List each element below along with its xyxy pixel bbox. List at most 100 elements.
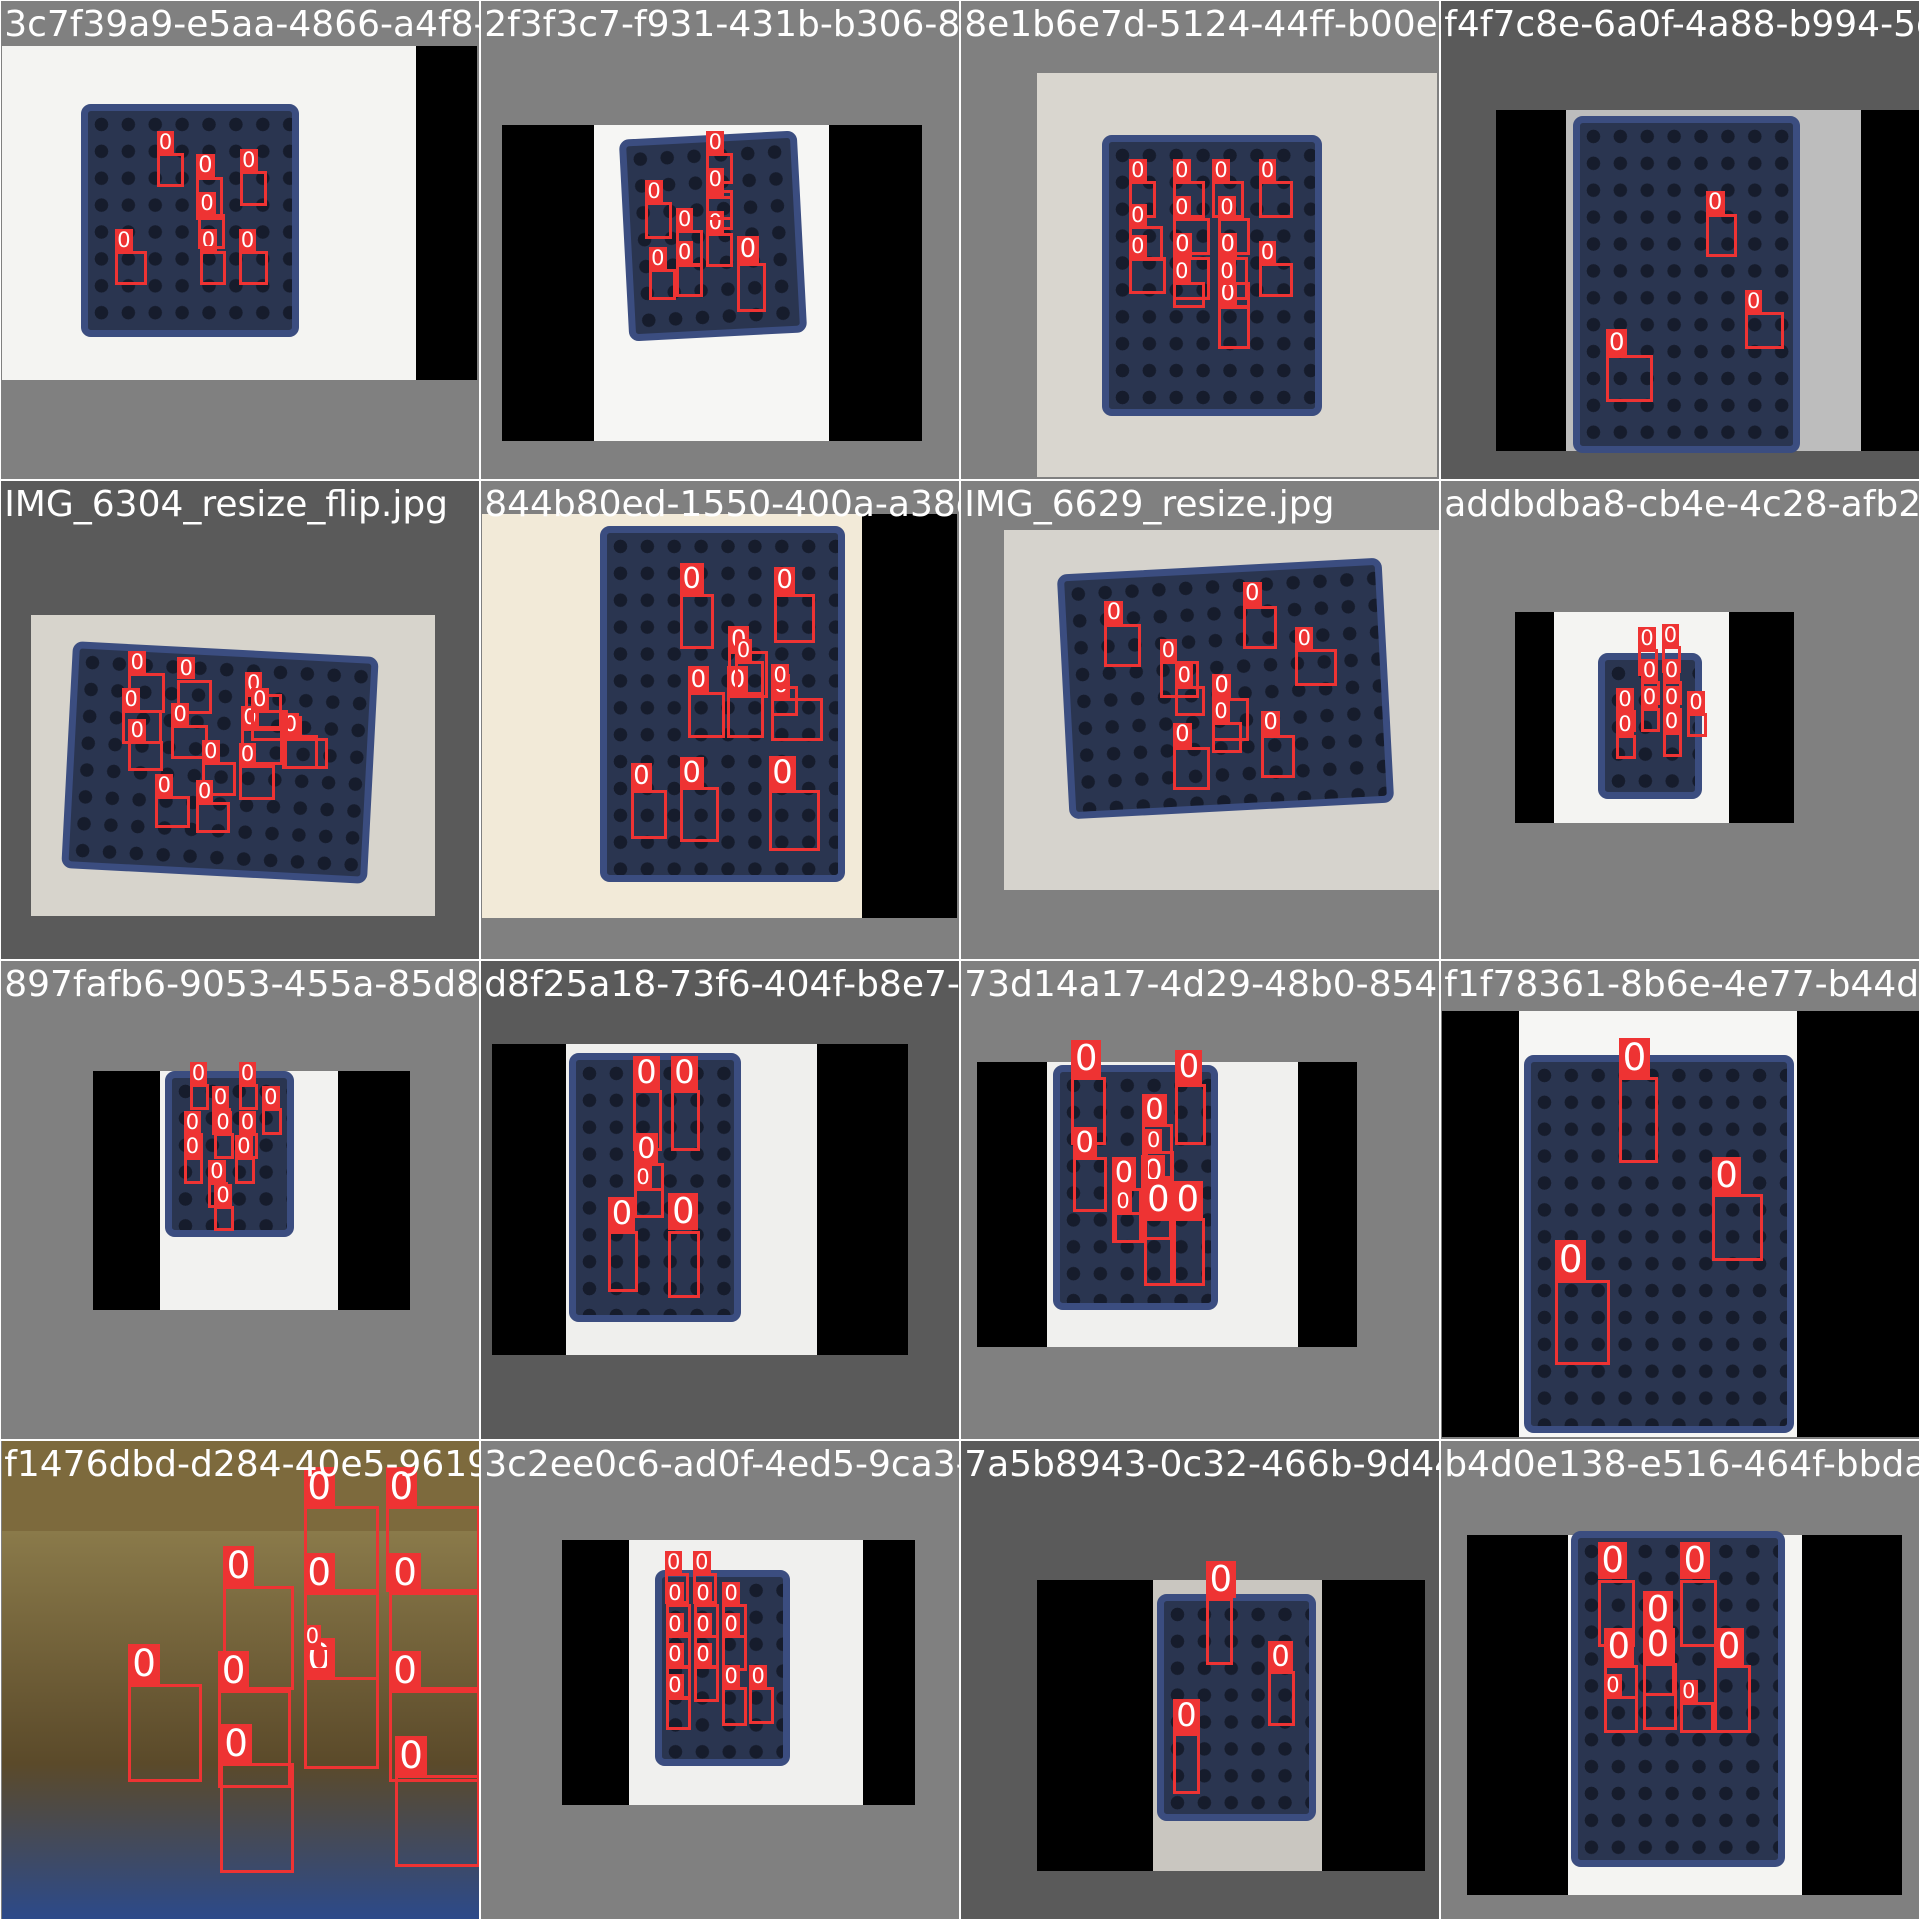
letterbox-bar <box>92 1071 161 1311</box>
detection-box <box>1295 648 1338 686</box>
class-label: 0 <box>1242 582 1262 607</box>
detection-box <box>1616 734 1636 760</box>
detection-box <box>645 201 673 239</box>
bottle-crate <box>80 104 299 337</box>
letterbox-bar <box>1037 1579 1154 1871</box>
class-label: 0 <box>214 1110 232 1133</box>
detection-box <box>1144 1150 1175 1182</box>
class-label: 0 <box>1128 204 1147 227</box>
detection-box <box>706 232 734 267</box>
letterbox-bar <box>1861 110 1919 451</box>
class-label: 0 <box>1258 159 1277 182</box>
class-label: 0 <box>238 1061 257 1084</box>
letterbox-bar <box>1297 1061 1357 1347</box>
image-tile: 00000000000897fafb6-9053-455a-85d8-f4a8f… <box>1 961 479 1439</box>
class-label: 0 <box>692 1551 711 1574</box>
detection-box <box>666 1695 691 1731</box>
class-label: 0 <box>1072 1126 1097 1157</box>
image-filename: 3c7f39a9-e5aa-4866-a4f8-6c2b3af031ba.jpg <box>4 4 479 46</box>
class-label: 0 <box>666 1581 684 1604</box>
detection-box <box>1128 257 1166 294</box>
class-label: 0 <box>183 1135 202 1158</box>
class-label: 0 <box>773 566 796 594</box>
detection-box <box>1218 306 1251 349</box>
detection-box <box>1618 1077 1658 1164</box>
letterbox-bar <box>501 124 594 441</box>
image-tile: 000000000073d14a17-4d29-48b0-8540-1f3b76… <box>961 961 1439 1439</box>
detection-box <box>630 789 668 839</box>
class-label: 0 <box>630 762 653 790</box>
image-filename: 73d14a17-4d29-48b0-8540-1f3b7660f78b.jpg <box>964 964 1439 1006</box>
detection-box <box>668 1230 701 1298</box>
detection-box <box>238 250 269 286</box>
class-label: 0 <box>768 755 796 790</box>
detection-box <box>749 1687 774 1724</box>
class-label: 0 <box>1144 1128 1163 1151</box>
detection-box <box>1212 722 1242 753</box>
detection-box <box>648 269 676 300</box>
class-label: 0 <box>1172 259 1191 282</box>
class-label: 0 <box>1604 1673 1622 1696</box>
class-label: 0 <box>217 1650 250 1690</box>
image-tile: 000000d8f25a18-73f6-404f-b8e7-f8c3e4a37a… <box>481 961 959 1439</box>
class-label: 0 <box>1218 259 1236 282</box>
class-label: 0 <box>1159 639 1178 662</box>
detection-box <box>1268 1671 1296 1727</box>
class-label: 0 <box>261 1086 280 1109</box>
class-label: 0 <box>1258 241 1277 264</box>
class-label: 0 <box>737 236 759 264</box>
detection-box <box>238 765 276 800</box>
image-tile: 00000000b4d0e138-e516-464f-bbda-a0c6d3f5… <box>1441 1441 1919 1919</box>
class-label: 0 <box>1638 626 1656 649</box>
letterbox-bar <box>1442 1011 1520 1438</box>
image-filename: addbdba8-cb4e-4c28-afb2-e5b6d5f7c1a0.jpg <box>1444 484 1919 526</box>
detection-box <box>694 1665 719 1702</box>
class-label: 0 <box>1212 700 1230 723</box>
detection-box <box>679 787 719 843</box>
image-filename: 897fafb6-9053-455a-85d8-f4a8f26a1a07.jpg <box>4 964 479 1006</box>
class-label: 0 <box>1643 1625 1673 1663</box>
detection-box <box>1714 1665 1751 1733</box>
class-label: 0 <box>211 1086 230 1109</box>
image-filename: d8f25a18-73f6-404f-b8e7-f8c3e4a37a5e.jpg <box>484 964 959 1006</box>
detection-box <box>679 593 714 649</box>
detection-box <box>722 1687 747 1727</box>
class-label: 0 <box>1114 1190 1132 1213</box>
class-label: 0 <box>1206 1560 1236 1598</box>
mosaic-grid: 00000003c7f39a9-e5aa-4866-a4f8-6c2b3af03… <box>0 0 1920 1920</box>
detection-box <box>1175 1083 1207 1145</box>
class-label: 0 <box>1268 1641 1293 1671</box>
class-label: 0 <box>1705 190 1725 215</box>
detection-box <box>1555 1279 1611 1366</box>
class-label: 0 <box>666 1643 684 1666</box>
image-filename: 2f3f3c7-f931-431b-b306-8b8b5b8d88b3.jpg <box>484 4 959 46</box>
image-tile: 00000000000003c2ee0c6-ad0f-4ed5-9ca3-c73… <box>481 1441 959 1919</box>
detection-box <box>727 691 764 739</box>
detection-box <box>220 1763 294 1874</box>
letterbox-bar <box>1728 612 1794 823</box>
class-label: 0 <box>1555 1240 1587 1280</box>
image-tile: 00000000000844b80ed-1550-400a-a38d-6b4f3… <box>481 481 959 959</box>
class-label: 0 <box>1616 688 1634 711</box>
class-label: 0 <box>1643 1591 1673 1629</box>
detection-box <box>1172 281 1205 309</box>
detection-box <box>183 1157 204 1184</box>
detection-box <box>1172 1218 1205 1286</box>
image-tile: 00000000000000IMG_6304_resize_flip.jpg <box>1 481 479 959</box>
image-tile: 000000000000008e1b6e7d-5124-44ff-b00e-4a… <box>961 1 1439 479</box>
class-label: 0 <box>1111 1157 1136 1188</box>
class-label: 0 <box>670 1055 698 1090</box>
class-label: 0 <box>1172 1181 1203 1219</box>
class-label: 0 <box>1679 1542 1710 1580</box>
class-label: 0 <box>634 1165 652 1188</box>
class-label: 0 <box>1172 1698 1200 1733</box>
detection-box <box>1258 181 1294 218</box>
detection-box <box>1072 1157 1107 1213</box>
class-label: 0 <box>1071 1040 1101 1078</box>
class-label: 0 <box>177 657 196 680</box>
class-label: 0 <box>1662 710 1681 733</box>
class-label: 0 <box>1295 626 1314 649</box>
letterbox-bar <box>816 1044 909 1356</box>
class-label: 0 <box>128 718 147 741</box>
class-label: 0 <box>706 167 725 190</box>
